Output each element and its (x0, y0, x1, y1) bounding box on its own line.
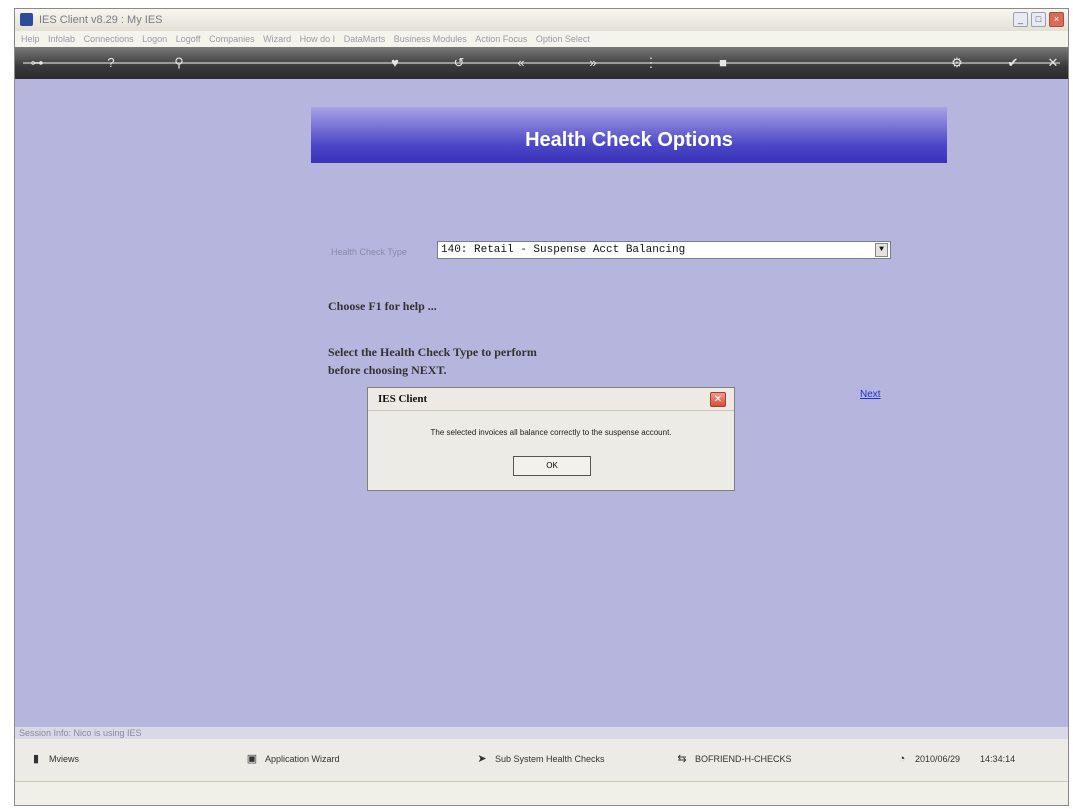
date-label: 2010/06/29 (915, 754, 961, 764)
menu-icon[interactable]: ⋮ (643, 55, 659, 71)
menu-item-wizard[interactable]: Wizard (263, 34, 291, 44)
menu-item-connections[interactable]: Connections (84, 34, 134, 44)
link-icon: ⇆ (677, 753, 687, 765)
ok-button[interactable]: OK (513, 456, 591, 476)
title-bar: IES Client v8.29 : My IES _ □ × (15, 9, 1068, 32)
next-link[interactable]: Next (860, 389, 881, 400)
close-window-button[interactable]: × (1049, 12, 1064, 27)
key-icon[interactable]: ⊶ (29, 55, 45, 71)
minimize-button[interactable]: _ (1013, 12, 1028, 27)
mviews-item[interactable]: ▮ Mviews (29, 752, 79, 766)
dialog-close-button[interactable]: ✕ (710, 392, 726, 407)
menu-item-logon[interactable]: Logon (142, 34, 167, 44)
status-bar: ▮ Mviews ▣ Application Wizard ➤ Sub Syst… (15, 739, 1068, 781)
chevron-down-icon[interactable]: ▼ (875, 243, 888, 257)
menu-item-logoff[interactable]: Logoff (176, 34, 201, 44)
menu-item-option-select[interactable]: Option Select (536, 34, 590, 44)
book-icon: ▮ (32, 753, 40, 765)
session-info: Session Info: Nico is using IES (15, 727, 1068, 739)
dialog-message: The selected invoices all balance correc… (430, 428, 672, 437)
application-wizard-label: Application Wizard (265, 754, 340, 764)
health-check-type-label: Health Check Type (331, 247, 407, 257)
dialog-title-bar: IES Client ✕ (368, 388, 734, 411)
bofriend-item[interactable]: ⇆ BOFRIEND-H-CHECKS (675, 752, 792, 766)
pointer-icon: ➤ (477, 753, 487, 765)
close-icon[interactable]: ✕ (1045, 55, 1061, 71)
menu-item-help[interactable]: Help (21, 34, 40, 44)
settings-icon[interactable]: ⚙ (949, 55, 965, 71)
instruction-line-1: Select the Health Check Type to perform (328, 345, 537, 359)
toolbar: ⊶ ? ⚲ ♥ ↺ « » ⋮ ■ ⚙ ✔ ✕ (15, 47, 1068, 79)
instruction-text: Select the Health Check Type to perform … (328, 343, 537, 379)
menu-item-how-do-i[interactable]: How do I (300, 34, 336, 44)
sub-system-health-checks-label: Sub System Health Checks (495, 754, 605, 764)
message-dialog: IES Client ✕ The selected invoices all b… (367, 387, 735, 491)
mviews-label: Mviews (49, 754, 80, 764)
clock-icon: ◔ (898, 753, 906, 765)
wizard-icon: ▣ (246, 753, 258, 765)
health-check-type-value: 140: Retail - Suspense Acct Balancing (441, 244, 686, 256)
forward-icon[interactable]: » (585, 55, 601, 71)
datetime-item: ◔ 2010/06/29 14:34:14 (895, 752, 1015, 766)
page-title: Health Check Options (525, 129, 733, 151)
menu-item-infolab[interactable]: Infolab (48, 34, 75, 44)
maximize-button[interactable]: □ (1031, 12, 1046, 27)
menu-item-action-focus[interactable]: Action Focus (475, 34, 527, 44)
time-label: 14:34:14 (980, 754, 1016, 764)
menu-item-companies[interactable]: Companies (209, 34, 255, 44)
search-icon[interactable]: ⚲ (171, 55, 187, 71)
menu-item-business-modules[interactable]: Business Modules (394, 34, 467, 44)
application-wizard-item[interactable]: ▣ Application Wizard (245, 752, 340, 766)
menu-item-datamarts[interactable]: DataMarts (344, 34, 386, 44)
app-window: IES Client v8.29 : My IES _ □ × Help Inf… (14, 8, 1069, 806)
back-icon[interactable]: « (513, 55, 529, 71)
heart-icon[interactable]: ♥ (387, 55, 403, 71)
bofriend-label: BOFRIEND-H-CHECKS (695, 754, 792, 764)
page-header-banner: Health Check Options (311, 107, 947, 163)
help-hint: Choose F1 for help ... (328, 299, 437, 313)
instruction-line-2: before choosing NEXT. (328, 363, 447, 377)
window-title: IES Client v8.29 : My IES (39, 14, 163, 26)
stop-icon[interactable]: ■ (715, 55, 731, 71)
app-icon (20, 13, 33, 26)
sub-system-health-checks-item[interactable]: ➤ Sub System Health Checks (475, 752, 605, 766)
bottom-strip (15, 781, 1068, 805)
undo-icon[interactable]: ↺ (451, 55, 467, 71)
help-icon[interactable]: ? (103, 55, 119, 71)
health-check-type-select[interactable]: 140: Retail - Suspense Acct Balancing ▼ (437, 241, 891, 259)
ok-icon[interactable]: ✔ (1005, 55, 1021, 71)
dialog-title: IES Client (378, 393, 428, 405)
menu-bar: Help Infolab Connections Logon Logoff Co… (15, 31, 1068, 47)
main-content: Health Check Options Health Check Type 1… (15, 79, 1068, 729)
